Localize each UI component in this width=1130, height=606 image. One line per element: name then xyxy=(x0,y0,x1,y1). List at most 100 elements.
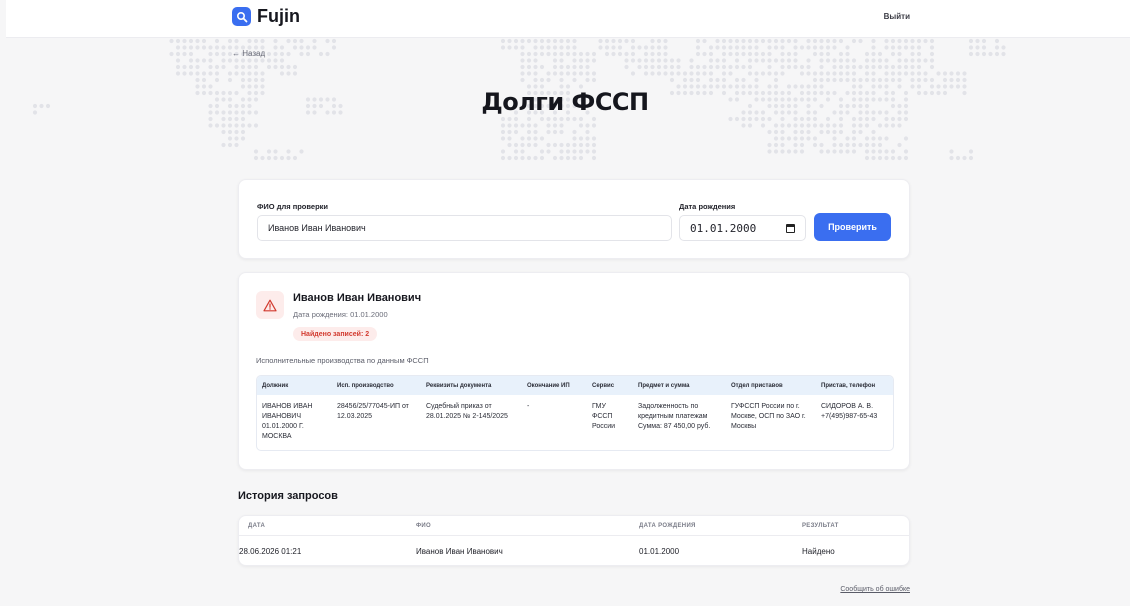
map-dot xyxy=(877,51,883,57)
map-dot xyxy=(617,38,623,44)
map-dot xyxy=(884,123,889,128)
back-link[interactable]: ← Назад xyxy=(232,49,265,58)
map-dot xyxy=(760,51,766,57)
map-dot xyxy=(793,136,798,141)
map-dot xyxy=(565,155,571,161)
name-input[interactable]: Иванов Иван Иванович xyxy=(257,215,672,241)
map-dot xyxy=(676,71,681,76)
logout-button[interactable]: Выйти xyxy=(884,12,910,21)
table-cell: - xyxy=(527,403,530,410)
status-badge: Найдено записей: 2 xyxy=(293,327,378,341)
map-dot xyxy=(890,51,896,57)
map-dot xyxy=(520,45,525,50)
map-dot xyxy=(838,71,844,76)
map-dot xyxy=(838,116,844,122)
logo[interactable]: Fujin xyxy=(232,6,300,27)
map-dot xyxy=(910,58,915,63)
map-dot xyxy=(845,136,850,141)
map-dot xyxy=(617,45,623,50)
map-dot xyxy=(773,71,779,76)
map-dot xyxy=(793,116,798,122)
map-dot xyxy=(591,142,597,148)
map-dot xyxy=(169,51,174,57)
map-dot xyxy=(552,142,558,148)
map-dot xyxy=(832,123,837,128)
map-dot xyxy=(968,51,974,57)
map-dot xyxy=(845,149,850,154)
table-row[interactable]: 28.06.2026 01:21 Иванов Иван Иванович 01… xyxy=(239,536,909,565)
map-dot xyxy=(773,77,779,83)
map-dot xyxy=(728,71,733,76)
map-dot xyxy=(825,71,831,76)
map-dot xyxy=(585,71,590,76)
map-dot xyxy=(890,149,896,154)
map-dot xyxy=(728,64,733,70)
map-dot xyxy=(825,51,831,57)
map-dot xyxy=(208,123,213,128)
map-dot xyxy=(526,155,532,161)
map-dot xyxy=(175,51,181,57)
map-dot xyxy=(637,45,642,50)
map-dot xyxy=(910,71,915,76)
map-dot xyxy=(715,58,720,63)
map-dot xyxy=(572,116,577,122)
map-dot xyxy=(767,45,772,50)
map-dot xyxy=(533,45,538,50)
map-dot xyxy=(591,116,597,122)
map-dot xyxy=(188,51,194,57)
map-dot xyxy=(227,129,233,135)
map-dot xyxy=(175,64,181,70)
map-dot xyxy=(539,149,545,154)
dob-input[interactable]: 01.01.2000 xyxy=(679,215,806,241)
map-dot xyxy=(786,38,792,44)
report-error-link[interactable]: Сообщить об ошибке xyxy=(840,586,910,593)
map-dot xyxy=(741,123,746,128)
map-dot xyxy=(773,149,779,154)
map-dot xyxy=(786,51,792,57)
map-dot xyxy=(208,58,213,63)
map-dot xyxy=(929,38,935,44)
map-dot xyxy=(760,58,766,63)
map-dot xyxy=(273,45,278,50)
map-dot xyxy=(546,123,551,128)
calendar-icon[interactable] xyxy=(786,223,795,233)
map-dot xyxy=(877,136,883,141)
map-dot xyxy=(526,64,532,70)
warning-icon xyxy=(256,291,284,319)
map-dot xyxy=(923,71,928,76)
map-dot xyxy=(260,155,265,161)
map-dot xyxy=(227,142,233,148)
map-dot xyxy=(819,45,824,50)
map-dot xyxy=(890,64,896,70)
map-dot xyxy=(565,116,571,122)
map-dot xyxy=(559,149,564,154)
map-dot xyxy=(331,45,337,50)
map-dot xyxy=(806,116,811,122)
map-dot xyxy=(572,58,577,63)
check-button[interactable]: Проверить xyxy=(814,213,891,241)
map-dot xyxy=(884,64,889,70)
map-dot xyxy=(565,45,571,50)
map-dot xyxy=(793,123,798,128)
map-dot xyxy=(838,64,844,70)
map-dot xyxy=(650,51,655,57)
map-dot xyxy=(221,129,226,135)
map-dot xyxy=(578,155,584,161)
top-bar xyxy=(6,0,1130,38)
column-header: Пристав, телефон xyxy=(816,376,893,395)
map-dot xyxy=(552,51,558,57)
map-dot xyxy=(286,155,291,161)
map-dot xyxy=(825,38,831,44)
map-dot xyxy=(884,149,889,154)
map-dot xyxy=(221,58,226,63)
map-dot xyxy=(624,58,629,63)
map-dot xyxy=(500,129,506,135)
map-dot xyxy=(188,38,194,44)
map-dot xyxy=(825,45,831,50)
map-dot xyxy=(994,38,1000,44)
map-dot xyxy=(845,77,850,83)
map-dot xyxy=(526,129,532,135)
map-dot xyxy=(741,45,746,50)
map-dot xyxy=(572,155,577,161)
map-dot xyxy=(903,149,909,154)
